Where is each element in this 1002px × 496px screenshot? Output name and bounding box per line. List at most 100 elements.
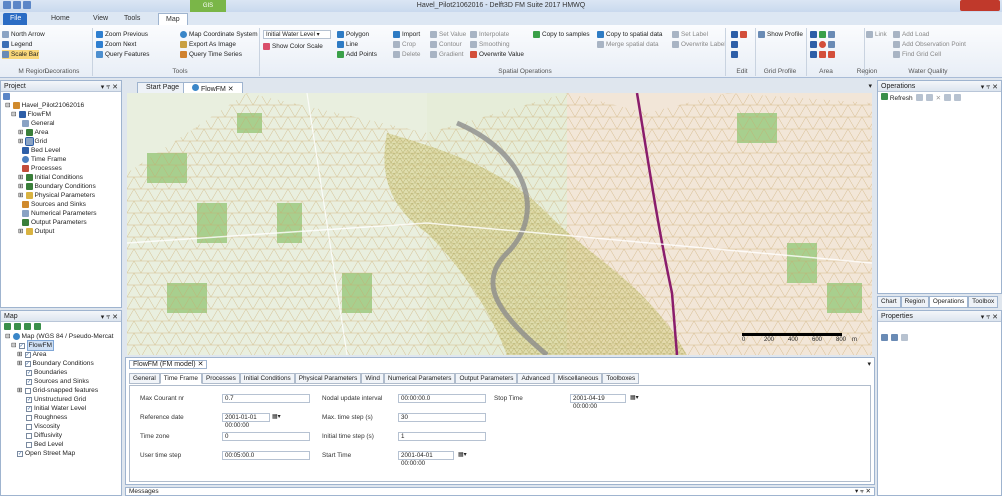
edit-icon[interactable] <box>915 94 923 101</box>
edit-node-button[interactable] <box>731 40 738 49</box>
tab-output-parameters[interactable]: Output Parameters <box>455 373 518 384</box>
edit-tool-button[interactable] <box>731 30 747 39</box>
tree-item[interactable]: Bed Level <box>5 146 121 155</box>
zoom-next-button[interactable]: Zoom Next <box>96 40 136 49</box>
refresh-button[interactable]: Refresh <box>881 93 913 102</box>
export-as-image-button[interactable]: Export As Image <box>180 40 236 49</box>
merge-spatial-data-button[interactable]: Merge spatial data <box>597 40 659 49</box>
map-canvas[interactable] <box>127 93 872 355</box>
query-time-series-button[interactable]: Query Time Series <box>180 50 242 59</box>
project-view-icon[interactable] <box>3 93 10 100</box>
max-time-step-field[interactable]: 30 <box>398 413 486 422</box>
tree-item[interactable]: ⊞ Boundary Conditions <box>5 182 121 191</box>
tab-tools[interactable]: Tools <box>117 13 147 25</box>
layer-item[interactable]: ✓ Unstructured Grid <box>5 395 121 404</box>
tab-home[interactable]: Home <box>44 13 77 25</box>
tree-item[interactable]: General <box>5 119 121 128</box>
overwrite-label-button[interactable]: Overwrite Label <box>672 40 726 49</box>
run-icon[interactable] <box>925 94 933 101</box>
layer-select[interactable]: Initial Water Level ▾ <box>263 30 331 39</box>
model-tab-dropdown[interactable]: ▾ <box>867 360 871 368</box>
add-load-button[interactable]: Add Load <box>893 30 929 39</box>
layer-item[interactable]: ✓ Sources and Sinks <box>5 377 121 386</box>
tree-item[interactable]: Sources and Sinks <box>5 200 121 209</box>
layer-item[interactable]: ⊞ ✓ Boundary Conditions <box>5 359 121 368</box>
contour-button[interactable]: Contour <box>430 40 462 49</box>
tab-time-frame[interactable]: Time Frame <box>159 373 202 384</box>
tab-physical-parameters[interactable]: Physical Parameters <box>294 373 362 384</box>
map-view[interactable]: 0 200 400 600 800 m <box>127 93 872 355</box>
tab-processes[interactable]: Processes <box>201 373 240 384</box>
tab-flowfm-map[interactable]: FlowFM ✕ <box>183 82 243 93</box>
zoom-previous-button[interactable]: Zoom Previous <box>96 30 148 39</box>
edit-move-button[interactable] <box>731 50 738 59</box>
overwrite-value-button[interactable]: Overwrite Value <box>470 50 524 59</box>
add-wms-icon[interactable] <box>24 323 31 330</box>
tab-miscellaneous[interactable]: Miscellaneous <box>553 373 603 384</box>
copy-to-samples-button[interactable]: Copy to samples <box>533 30 590 39</box>
map-coordinate-system-button[interactable]: Map Coordinate System <box>180 30 258 39</box>
add-osm-icon[interactable] <box>34 323 41 330</box>
north-arrow-button[interactable]: North Arrow <box>2 30 45 39</box>
layer-item[interactable]: ✓ Boundaries <box>5 368 121 377</box>
categorized-icon[interactable] <box>881 334 888 341</box>
legend-button[interactable]: Legend <box>2 40 32 49</box>
add-group-icon[interactable] <box>14 323 21 330</box>
time-zone-field[interactable]: 0 <box>222 432 310 441</box>
tab-initial-conditions[interactable]: Initial Conditions <box>239 373 295 384</box>
tree-item[interactable]: ⊟ Havel_Pilot21062016 <box>5 101 121 110</box>
pin-close-icon[interactable]: ▾ ⫧ ✕ <box>981 313 998 322</box>
messages-panel[interactable]: Messages ▾ ⫧ ✕ <box>125 487 875 496</box>
tab-view[interactable]: View <box>86 13 115 25</box>
add-points-button[interactable]: Add Points <box>337 50 377 59</box>
tab-file[interactable]: File <box>3 13 27 25</box>
layer-item[interactable]: Bed Level <box>5 440 121 449</box>
stop-time-calendar-icon[interactable]: ▦▾ <box>630 394 639 401</box>
layer-item[interactable]: ✓ Initial Water Level <box>5 404 121 413</box>
tab-start-page[interactable]: Start Page <box>137 82 189 93</box>
tab-general[interactable]: General <box>129 373 160 384</box>
copy-icon[interactable] <box>944 94 952 101</box>
import-button[interactable]: Import <box>393 30 420 39</box>
alphabetical-icon[interactable] <box>891 334 898 341</box>
layer-item[interactable]: Viscosity <box>5 422 121 431</box>
set-value-button[interactable]: Set Value <box>430 30 466 39</box>
layer-item[interactable]: ⊞ Grid-snapped features <box>5 386 121 395</box>
tree-item[interactable]: Output Parameters <box>5 218 121 227</box>
layer-item[interactable]: ⊞ ✓ Area <box>5 350 121 359</box>
polygon-button[interactable]: Polygon <box>337 30 369 39</box>
tree-item[interactable]: ⊞ Initial Conditions <box>5 173 121 182</box>
query-features-button[interactable]: Query Features <box>96 50 149 59</box>
show-profile-button[interactable]: Show Profile <box>758 30 803 39</box>
export-icon[interactable] <box>954 94 962 101</box>
tab-wind[interactable]: Wind <box>361 373 384 384</box>
tab-toolbox[interactable]: Toolbox <box>968 296 999 308</box>
tree-item[interactable]: Processes <box>5 164 121 173</box>
tab-toolboxes[interactable]: Toolboxes <box>602 373 640 384</box>
scale-bar-button[interactable]: Scale Bar <box>2 50 39 59</box>
smoothing-button[interactable]: Smoothing <box>470 40 510 49</box>
tab-operations[interactable]: Operations <box>928 296 969 308</box>
start-time-field[interactable]: 2001-04-01 00:00:00 <box>398 451 454 467</box>
tree-item[interactable]: Numerical Parameters <box>5 209 121 218</box>
nodal-update-field[interactable]: 00:00:00.0 <box>398 394 486 403</box>
tab-list-dropdown[interactable]: ▾ <box>868 82 872 90</box>
tree-item[interactable]: ⊞ Area <box>5 128 121 137</box>
area-tools-row-2[interactable] <box>810 40 835 49</box>
tree-item[interactable]: ⊞ Output <box>5 227 121 236</box>
layer-item[interactable]: ✓ Open Street Map <box>5 449 121 458</box>
pin-close-icon[interactable]: ▾ ⫧ ✕ <box>101 313 118 322</box>
pin-close-icon[interactable]: ▾ ⫧ ✕ <box>981 83 998 92</box>
user-time-step-field[interactable]: 00:05:00.0 <box>222 451 310 460</box>
link-button[interactable]: Link <box>866 30 887 39</box>
show-color-scale-button[interactable]: Show Color Scale <box>263 42 323 51</box>
copy-to-spatial-data-button[interactable]: Copy to spatial data <box>597 30 663 39</box>
delete-button[interactable]: Delete <box>393 50 420 59</box>
tab-numerical-parameters[interactable]: Numerical Parameters <box>383 373 456 384</box>
set-label-button[interactable]: Set Label <box>672 30 708 39</box>
gradient-button[interactable]: Gradient <box>430 50 464 59</box>
tab-chart[interactable]: Chart <box>877 296 901 308</box>
tree-item[interactable]: ⊞ Grid <box>5 137 121 146</box>
add-observation-point-button[interactable]: Add Observation Point <box>893 40 966 49</box>
area-tools-row-3[interactable] <box>810 50 835 59</box>
